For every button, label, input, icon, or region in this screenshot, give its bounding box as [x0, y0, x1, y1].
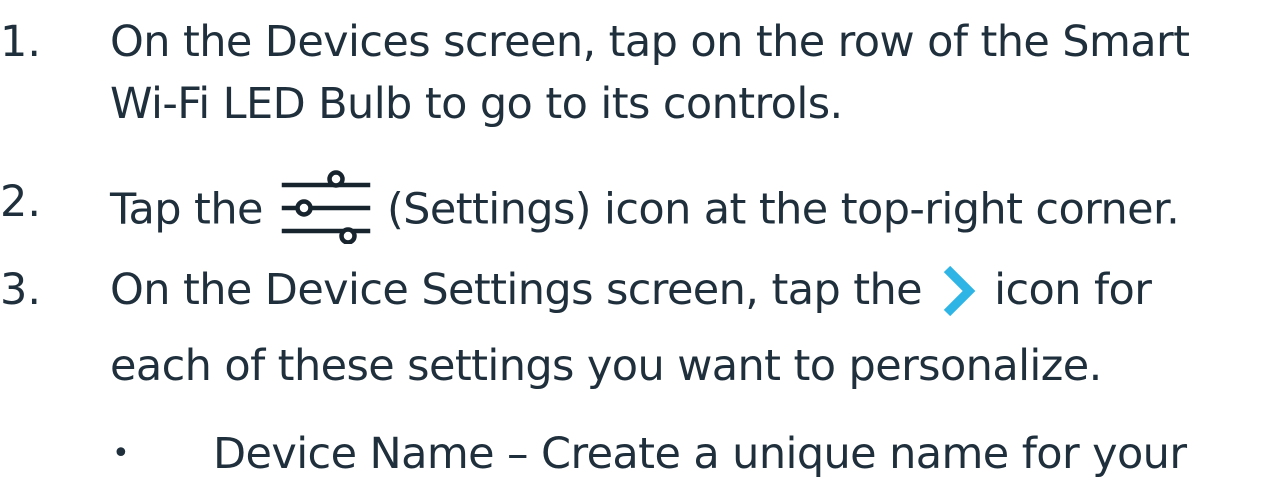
settings-sliders-icon	[276, 168, 372, 245]
step-text-after-icon: (Settings) icon at the top-right corner.	[387, 184, 1180, 235]
bullet-marker: •	[112, 436, 130, 471]
step-text-before-icon: On the Device Settings screen, tap the	[110, 265, 923, 315]
step-text-line: Wi-Fi LED Bulb to go to its controls.	[110, 79, 843, 129]
step-number: 3.	[0, 265, 42, 315]
step-text-line: Tap the (Settings) icon at the top-right	[110, 170, 1180, 250]
instructions-document: 1. On the Devices screen, tap on the row…	[0, 0, 1284, 480]
step-text-line: each of these settings you want to perso…	[110, 341, 1102, 391]
step-number: 1.	[0, 17, 42, 67]
step-text-line: On the Devices screen, tap on the row of…	[110, 17, 1190, 67]
chevron-right-icon	[939, 263, 977, 319]
bullet-text: Device Name – Create a unique name for y…	[213, 429, 1187, 479]
step-text-before-icon: Tap the	[110, 184, 263, 235]
step-text-after-icon: icon for	[994, 265, 1152, 315]
step-text-line: On the Device Settings screen, tap the i…	[110, 262, 1152, 321]
step-number: 2.	[0, 177, 42, 227]
